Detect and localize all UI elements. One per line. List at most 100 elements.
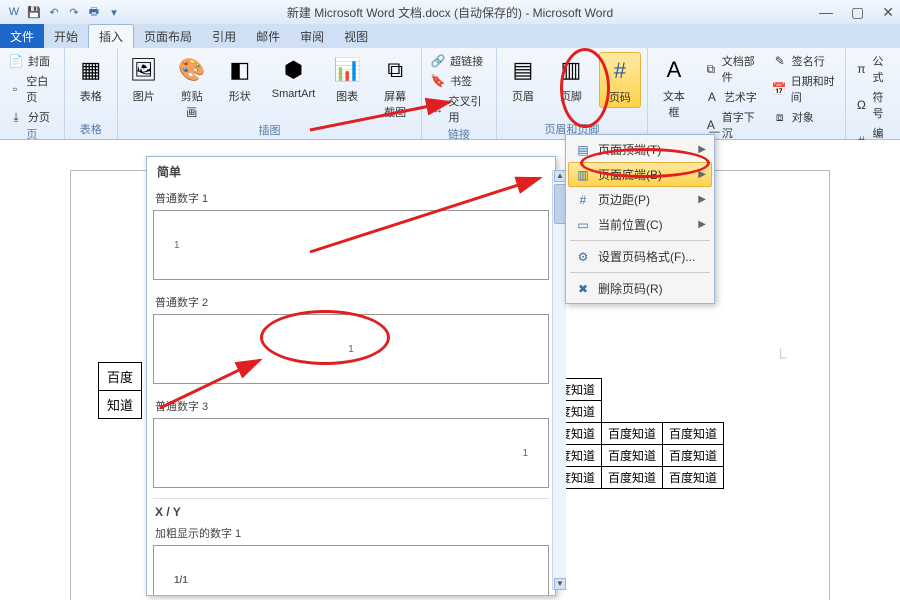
tab-file[interactable]: 文件 [0, 24, 44, 48]
footer-icon: ▥ [555, 54, 587, 86]
smartart-button[interactable]: ⬢SmartArt [268, 52, 319, 122]
page-number-gallery: 简单 普通数字 1 1 普通数字 2 1 普通数字 3 1 X / Y 加粗显示… [146, 156, 556, 596]
right-data-table-2: 百度知道百度知道百度知道 百度知道百度知道百度知道 百度知道百度知道百度知道 [540, 422, 724, 489]
menu-separator [570, 272, 710, 273]
side-table: 百度 知道 [98, 362, 142, 419]
ribbon-tabs: 文件 开始 插入 页面布局 引用 邮件 审阅 视图 [0, 24, 900, 48]
side-cell: 知道 [99, 391, 142, 419]
ribbon: 📄封面 ▫空白页 ⤓分页 页 ▦ 表格 表格 🖼图片 🎨剪贴画 ◧形状 ⬢Sma… [0, 48, 900, 140]
gallery-scrollbar[interactable]: ▲ ▼ [552, 170, 566, 590]
current-pos-icon: ▭ [574, 217, 592, 233]
signature-icon: ✎ [772, 53, 788, 69]
group-links: 🔗超链接 🔖书签 ↔交叉引用 链接 [422, 48, 497, 139]
quickparts-icon: ⧉ [704, 61, 718, 77]
gallery-body[interactable]: 普通数字 1 1 普通数字 2 1 普通数字 3 1 X / Y 加粗显示的数字… [147, 186, 555, 595]
bookmark-icon: 🔖 [430, 73, 446, 89]
close-button[interactable]: ✕ [882, 4, 894, 21]
print-icon[interactable]: 🖶 [86, 4, 102, 20]
textbox-button[interactable]: A文本框 [654, 52, 694, 142]
gallery-item-preview[interactable]: 1 [153, 210, 549, 280]
tab-mailings[interactable]: 邮件 [246, 24, 290, 48]
gallery-section-xy: X / Y [153, 498, 549, 521]
datetime-icon: 📅 [772, 81, 787, 97]
page-margin-icon: # [574, 192, 592, 208]
crossref-button[interactable]: ↔交叉引用 [428, 92, 490, 126]
qat-more-icon[interactable]: ▾ [106, 4, 122, 20]
clipart-button[interactable]: 🎨剪贴画 [172, 52, 212, 122]
page-number-icon: # [604, 55, 636, 87]
cover-page-button[interactable]: 📄封面 [6, 52, 58, 70]
minimize-button[interactable]: — [819, 4, 833, 21]
quickparts-button[interactable]: ⧉文档部件 [702, 52, 762, 86]
header-button[interactable]: ▤页眉 [503, 52, 543, 108]
page-number-menu: ▤页面顶端(T)▶ ▥页面底端(B)▶ #页边距(P)▶ ▭当前位置(C)▶ ⚙… [565, 134, 715, 304]
tab-references[interactable]: 引用 [202, 24, 246, 48]
page-top-icon: ▤ [574, 142, 592, 158]
chevron-right-icon: ▶ [698, 169, 706, 180]
screenshot-icon: ⧉ [379, 54, 411, 86]
menu-format-pagenum[interactable]: ⚙设置页码格式(F)... [568, 244, 712, 269]
quick-access-toolbar: W 💾 ↶ ↷ 🖶 ▾ [6, 4, 122, 20]
maximize-button[interactable]: ▢ [851, 4, 864, 21]
blank-page-button[interactable]: ▫空白页 [6, 72, 58, 106]
textbox-icon: A [658, 54, 690, 86]
title-bar: W 💾 ↶ ↷ 🖶 ▾ 新建 Microsoft Word 文档.docx (自… [0, 0, 900, 24]
equation-icon: π [854, 61, 868, 77]
gallery-item-preview[interactable]: 1 [153, 418, 549, 488]
group-symbols: π公式 Ω符号 #编号 符号 [846, 48, 900, 139]
window-title: 新建 Microsoft Word 文档.docx (自动保存的) - Micr… [0, 4, 900, 21]
page-bottom-icon: ▥ [574, 167, 592, 183]
group-illustrations: 🖼图片 🎨剪贴画 ◧形状 ⬢SmartArt 📊图表 ⧉屏幕截图 插图 [118, 48, 422, 139]
header-icon: ▤ [507, 54, 539, 86]
tab-view[interactable]: 视图 [334, 24, 378, 48]
table-button[interactable]: ▦ 表格 [71, 52, 111, 106]
tab-home[interactable]: 开始 [44, 24, 88, 48]
format-icon: ⚙ [574, 249, 592, 265]
menu-remove-pagenum[interactable]: ✖删除页码(R) [568, 276, 712, 301]
shapes-button[interactable]: ◧形状 [220, 52, 260, 122]
undo-icon[interactable]: ↶ [46, 4, 62, 20]
group-tables: ▦ 表格 表格 [65, 48, 118, 139]
smartart-icon: ⬢ [277, 54, 309, 86]
equation-button[interactable]: π公式 [852, 52, 894, 86]
margin-corner-mark: └ [775, 350, 786, 368]
chart-button[interactable]: 📊图表 [327, 52, 367, 122]
menu-current-position[interactable]: ▭当前位置(C)▶ [568, 212, 712, 237]
screenshot-button[interactable]: ⧉屏幕截图 [375, 52, 415, 122]
signature-button[interactable]: ✎签名行 [770, 52, 839, 70]
cover-page-icon: 📄 [8, 53, 24, 69]
redo-icon[interactable]: ↷ [66, 4, 82, 20]
wordart-button[interactable]: A艺术字 [702, 88, 762, 106]
tab-page-layout[interactable]: 页面布局 [134, 24, 202, 48]
menu-page-bottom[interactable]: ▥页面底端(B)▶ [568, 162, 712, 187]
menu-page-margin[interactable]: #页边距(P)▶ [568, 187, 712, 212]
tab-review[interactable]: 审阅 [290, 24, 334, 48]
dropcap-icon: A͟ [704, 117, 718, 133]
datetime-button[interactable]: 📅日期和时间 [770, 72, 839, 106]
group-pages: 📄封面 ▫空白页 ⤓分页 页 [0, 48, 65, 139]
menu-page-top[interactable]: ▤页面顶端(T)▶ [568, 137, 712, 162]
page-break-icon: ⤓ [8, 109, 24, 125]
bookmark-button[interactable]: 🔖书签 [428, 72, 490, 90]
save-icon[interactable]: 💾 [26, 4, 42, 20]
page-number-button[interactable]: #页码 [599, 52, 641, 108]
group-text: A文本框 ⧉文档部件 A艺术字 A͟首字下沉 ✎签名行 📅日期和时间 ⧈对象 文… [648, 48, 846, 139]
gallery-item-label: 普通数字 2 [153, 290, 549, 314]
object-icon: ⧈ [772, 109, 788, 125]
object-button[interactable]: ⧈对象 [770, 108, 839, 126]
gallery-item-label: 普通数字 3 [153, 394, 549, 418]
scroll-down-button[interactable]: ▼ [554, 578, 566, 590]
symbol-button[interactable]: Ω符号 [852, 88, 894, 122]
crossref-icon: ↔ [430, 101, 444, 117]
footer-button[interactable]: ▥页脚 [551, 52, 591, 108]
hyperlink-button[interactable]: 🔗超链接 [428, 52, 490, 70]
gallery-item-preview[interactable]: 1 [153, 314, 549, 384]
gallery-item-preview[interactable]: 1/1 [153, 545, 549, 595]
gallery-item-label: 普通数字 1 [153, 186, 549, 210]
tab-insert[interactable]: 插入 [88, 24, 134, 48]
remove-icon: ✖ [574, 281, 592, 297]
chevron-right-icon: ▶ [698, 194, 706, 205]
wordart-icon: A [704, 89, 720, 105]
page-break-button[interactable]: ⤓分页 [6, 108, 58, 126]
picture-button[interactable]: 🖼图片 [124, 52, 164, 122]
